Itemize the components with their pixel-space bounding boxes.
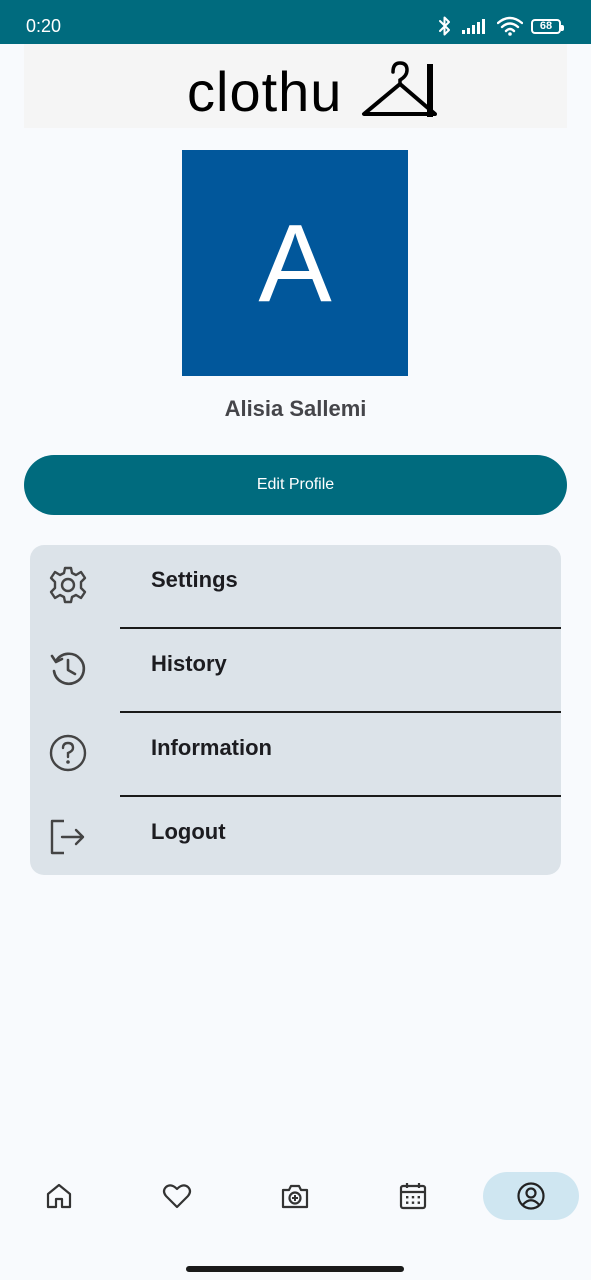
menu-item-label: History	[151, 651, 227, 676]
app-logo-bar: clothu	[24, 44, 567, 128]
status-icons: 68	[437, 14, 564, 38]
help-circle-icon	[49, 734, 87, 772]
menu-item-label: Logout	[151, 819, 226, 844]
avatar-letter: A	[258, 201, 332, 325]
status-time: 0:20	[26, 16, 62, 36]
edit-profile-button[interactable]: Edit Profile	[24, 455, 567, 515]
gear-icon	[49, 566, 87, 604]
avatar: A	[182, 150, 408, 376]
signal-icon	[462, 19, 485, 34]
bottom-navigation	[0, 1150, 591, 1256]
calendar-icon	[399, 1183, 427, 1210]
nav-profile[interactable]	[483, 1172, 579, 1220]
heart-icon	[162, 1184, 192, 1209]
nav-camera[interactable]	[247, 1172, 343, 1220]
battery-icon: 68	[531, 18, 564, 34]
profile-name: Alisia Sallemi	[224, 396, 367, 421]
account-icon	[517, 1182, 545, 1210]
menu-item-label: Information	[151, 735, 272, 760]
logo-letter-l	[427, 64, 433, 117]
menu-item-information[interactable]: Information	[30, 713, 561, 797]
history-icon	[50, 652, 86, 686]
gesture-bar[interactable]	[186, 1266, 404, 1272]
nav-favorites[interactable]	[129, 1172, 225, 1220]
bluetooth-icon	[439, 16, 450, 36]
menu-item-settings[interactable]: Settings	[30, 545, 561, 629]
menu-item-label: Settings	[151, 567, 238, 592]
status-bar: 0:20 68	[0, 0, 591, 44]
battery-level: 68	[539, 19, 553, 32]
home-icon	[46, 1183, 72, 1209]
camera-icon	[281, 1184, 309, 1209]
logout-icon	[50, 819, 85, 855]
nav-home[interactable]	[11, 1172, 107, 1220]
menu-item-logout[interactable]: Logout	[30, 797, 561, 875]
profile-menu: Settings History Information Logout	[30, 545, 561, 875]
menu-item-history[interactable]: History	[30, 629, 561, 713]
app-logo-text: clothu	[187, 60, 343, 123]
nav-calendar[interactable]	[365, 1172, 461, 1220]
wifi-icon	[497, 16, 523, 36]
